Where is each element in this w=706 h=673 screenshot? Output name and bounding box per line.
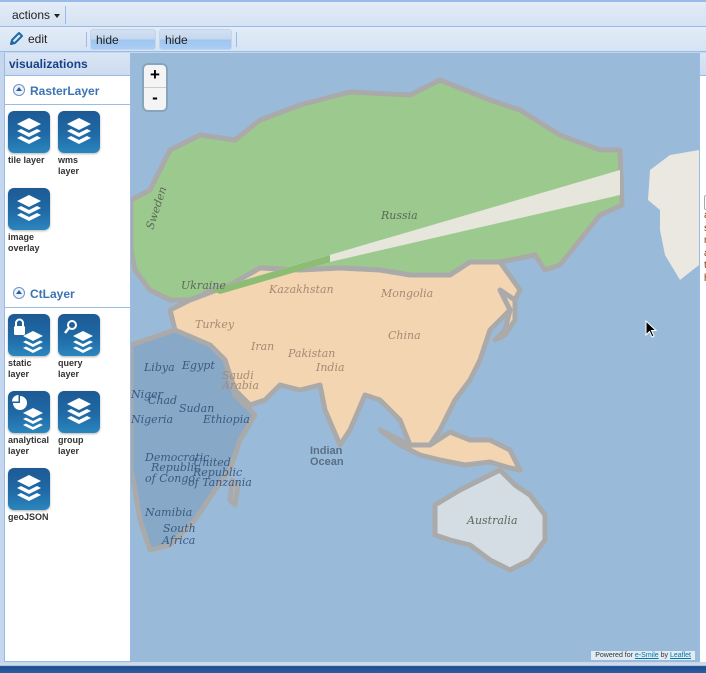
tile-label: image overlay	[8, 232, 40, 253]
query-layer-item[interactable]: query layer	[58, 314, 100, 380]
attribution-by: by	[660, 652, 669, 659]
tile-label: static layer	[8, 358, 32, 379]
map-tiles: Russia Sweden Ukraine Kazakhstan Mongoli…	[131, 77, 699, 573]
map-label-russia: Russia	[380, 209, 418, 222]
map-label-chad: Chad	[148, 394, 177, 407]
group-header-ctlayer[interactable]: CtLayer	[5, 282, 130, 308]
map-label-africa: Africa	[161, 534, 195, 547]
visualizations-panel: visualizations RasterLayer tile layer wm…	[4, 53, 131, 662]
map-label-australia: Australia	[466, 514, 518, 527]
attribution-prefix: Powered for	[595, 652, 633, 659]
map-label-iran: Iran	[250, 340, 274, 353]
map-label-nigeria: Nigeria	[131, 413, 173, 426]
image-overlay-item[interactable]: image overlay	[8, 188, 50, 254]
map-label-ukraine: Ukraine	[181, 279, 226, 292]
hide-choice-button[interactable]: hide choice	[90, 29, 156, 67]
map-label-ocean: Ocean	[310, 456, 344, 468]
caret-down-icon	[54, 13, 61, 18]
top-menu-bar: actions	[0, 0, 706, 27]
actions-label: actions	[12, 8, 51, 22]
map-label-libya: Libya	[143, 361, 175, 374]
tile-layer-item[interactable]: tile layer	[8, 111, 54, 166]
map-label-tz-3: of Tanzania	[188, 476, 252, 489]
settings-panel-header	[700, 53, 706, 76]
indonesia-region	[377, 427, 523, 473]
map-label-china: China	[388, 329, 421, 342]
map-label-turkey: Turkey	[195, 318, 235, 331]
panel-title: visualizations	[5, 53, 130, 76]
taskbar	[0, 662, 706, 673]
map-label-mongolia: Mongolia	[380, 287, 433, 300]
map-label-arabia: Arabia	[221, 379, 259, 392]
collapse-icon[interactable]	[13, 84, 25, 96]
map-attribution: Powered for e-Smile by Leaflet	[591, 651, 695, 660]
group-layer-item[interactable]: group layer	[58, 391, 100, 457]
map-label-kazakhstan: Kazakhstan	[268, 283, 334, 296]
geojson-item[interactable]: geoJSON	[8, 468, 58, 523]
pie-layers-icon	[8, 391, 50, 433]
separator	[236, 32, 237, 47]
edit-mode-button[interactable]: edit mode	[4, 29, 80, 66]
tile-label: group layer	[58, 435, 84, 456]
layers-icon	[8, 188, 50, 230]
tile-label: wms layer	[58, 155, 80, 176]
leaflet-link[interactable]: Leaflet	[670, 652, 691, 659]
russia-region	[131, 77, 625, 303]
settings-panel: a s r a t h	[699, 53, 706, 662]
analytical-layer-item[interactable]: analytical layer	[8, 391, 58, 457]
zoom-control: + -	[144, 65, 166, 110]
separator	[65, 6, 66, 24]
tile-label: query layer	[58, 358, 83, 379]
map-label-pakistan: Pakistan	[287, 347, 335, 360]
search-layers-icon	[58, 314, 100, 356]
rasterlayer-tiles: tile layer wms layer image overlay	[5, 105, 130, 279]
lock-layers-icon	[8, 314, 50, 356]
layers-icon	[58, 111, 100, 153]
map-label-ethiopia: Ethiopia	[202, 413, 250, 426]
collapse-icon[interactable]	[13, 287, 25, 299]
toolbar: edit mode hide choice hide settings	[0, 27, 706, 67]
layers-icon	[8, 111, 50, 153]
group-title: CtLayer	[30, 287, 75, 301]
map-label-india: India	[315, 361, 345, 374]
zoom-in-button[interactable]: +	[144, 65, 166, 88]
separator	[86, 32, 87, 47]
actions-menu-button[interactable]: actions	[6, 5, 66, 25]
ctlayer-tiles: static layer query layer analytical laye…	[5, 308, 130, 554]
mouse-cursor-icon	[645, 320, 658, 338]
tile-label: analytical layer	[8, 435, 50, 456]
group-header-rasterlayer[interactable]: RasterLayer	[5, 79, 130, 105]
map-view[interactable]: Russia Sweden Ukraine Kazakhstan Mongoli…	[131, 53, 699, 662]
layers-icon	[58, 391, 100, 433]
pencil-icon	[10, 32, 23, 45]
group-title: RasterLayer	[30, 84, 100, 98]
tile-label: tile layer	[8, 155, 45, 165]
map-label-namibia: Namibia	[144, 506, 192, 519]
map-label-egypt: Egypt	[181, 359, 215, 372]
wms-layer-item[interactable]: wms layer	[58, 111, 100, 177]
zoom-out-button[interactable]: -	[144, 88, 166, 110]
static-layer-item[interactable]: static layer	[8, 314, 50, 380]
layers-icon	[8, 468, 50, 510]
alaska-region	[648, 150, 699, 280]
tile-label: geoJSON	[8, 512, 49, 522]
hide-settings-button[interactable]: hide settings	[159, 29, 232, 67]
esmile-link[interactable]: e-Smile	[635, 652, 659, 659]
